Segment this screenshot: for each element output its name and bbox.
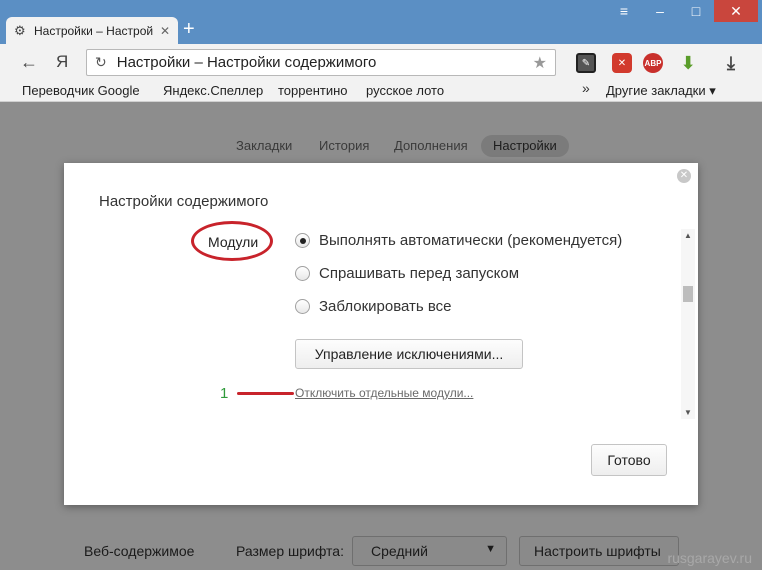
radio-label: Выполнять автоматически (рекомендуется) — [319, 232, 623, 249]
radio-block-all[interactable]: Заблокировать все — [295, 298, 452, 315]
manage-exceptions-button[interactable]: Управление исключениями... — [295, 339, 523, 369]
web-content-label: Веб-содержимое — [84, 543, 195, 559]
bookmark-item[interactable]: Переводчик Google — [22, 83, 140, 98]
content-settings-dialog: ✕ Настройки содержимого Модули Выполнять… — [64, 163, 698, 505]
reload-icon[interactable]: ↻ — [95, 54, 107, 71]
ext-1-icon[interactable]: ✎ — [576, 53, 596, 73]
close-window-button[interactable]: ✕ — [714, 0, 758, 22]
tab-extensions[interactable]: Дополнения — [382, 135, 480, 157]
radio-label: Заблокировать все — [319, 298, 452, 315]
font-size-select[interactable]: Средний ▼ — [352, 536, 507, 566]
minimize-button[interactable]: – — [642, 0, 678, 22]
done-button[interactable]: Готово — [591, 444, 667, 476]
menu-icon[interactable]: ≡ — [606, 0, 642, 22]
gear-icon: ⚙ — [14, 22, 26, 38]
new-tab-button[interactable]: + — [183, 18, 195, 40]
bookmark-item[interactable]: Яндекс.Спеллер — [163, 83, 263, 98]
close-icon[interactable]: ✕ — [677, 169, 691, 183]
bookmarks-bar: Переводчик Google Яндекс.Спеллер торрент… — [0, 80, 762, 102]
tab-history[interactable]: История — [307, 135, 381, 157]
tab-bookmarks[interactable]: Закладки — [224, 135, 304, 157]
adblock-icon[interactable]: ABP — [643, 53, 663, 73]
settings-nav: Закладки История Дополнения Настройки — [0, 135, 762, 157]
disable-modules-link[interactable]: Отключить отдельные модули... — [295, 386, 473, 400]
scroll-up-icon[interactable]: ▲ — [684, 231, 692, 240]
maximize-button[interactable]: □ — [678, 0, 714, 22]
radio-label: Спрашивать перед запуском — [319, 265, 520, 282]
bookmark-item[interactable]: торрентино — [278, 83, 348, 98]
annotation-line — [237, 392, 294, 395]
yandex-button[interactable]: Я — [56, 52, 68, 72]
plugins-section-label: Модули — [208, 234, 259, 250]
bookmarks-more-icon[interactable]: » — [582, 80, 590, 96]
address-text[interactable]: Настройки – Настройки содержимого — [117, 54, 533, 71]
scroll-down-icon[interactable]: ▼ — [684, 408, 692, 417]
font-size-value: Средний — [371, 543, 428, 559]
browser-toolbar: ← Я ↻ Настройки – Настройки содержимого … — [0, 44, 762, 80]
address-bar[interactable]: ↻ Настройки – Настройки содержимого ★ — [86, 49, 556, 76]
window-controls: ≡ – □ ✕ — [606, 0, 758, 22]
font-size-label: Размер шрифта: — [236, 543, 344, 559]
radio-button[interactable] — [295, 266, 310, 281]
bookmark-star-icon[interactable]: ★ — [533, 53, 547, 73]
web-content-row: Веб-содержимое Размер шрифта: Средний ▼ … — [0, 534, 762, 570]
download-arrow-icon[interactable]: ⬇ — [678, 53, 698, 73]
dialog-title: Настройки содержимого — [99, 193, 269, 210]
title-bar: ⚙ Настройки – Настрой ✕ + ≡ – □ ✕ — [0, 0, 762, 44]
scrollbar-thumb[interactable] — [683, 286, 693, 302]
tab-close-icon[interactable]: ✕ — [160, 24, 170, 38]
chevron-down-icon: ▼ — [485, 543, 496, 555]
ext-2-icon[interactable]: ✕ — [612, 53, 632, 73]
bookmark-item[interactable]: русское лото — [366, 83, 444, 98]
dialog-scrollbar[interactable]: ▲ ▼ — [681, 229, 695, 419]
radio-button[interactable] — [295, 299, 310, 314]
annotation-number: 1 — [220, 385, 229, 402]
back-arrow-icon[interactable]: ← — [20, 52, 38, 73]
tab-title: Настройки – Настрой — [34, 23, 154, 38]
radio-ask-before-run[interactable]: Спрашивать перед запуском — [295, 265, 519, 282]
radio-run-automatically[interactable]: Выполнять автоматически (рекомендуется) — [295, 232, 622, 249]
browser-tab[interactable]: ⚙ Настройки – Настрой ✕ — [6, 17, 178, 44]
download-icon[interactable]: ⤓ — [721, 53, 741, 73]
other-bookmarks[interactable]: Другие закладки ▾ — [606, 83, 716, 99]
watermark: rusgarayev.ru — [667, 550, 752, 566]
customize-fonts-button[interactable]: Настроить шрифты — [519, 536, 679, 566]
radio-button[interactable] — [295, 233, 310, 248]
tab-settings[interactable]: Настройки — [481, 135, 569, 157]
